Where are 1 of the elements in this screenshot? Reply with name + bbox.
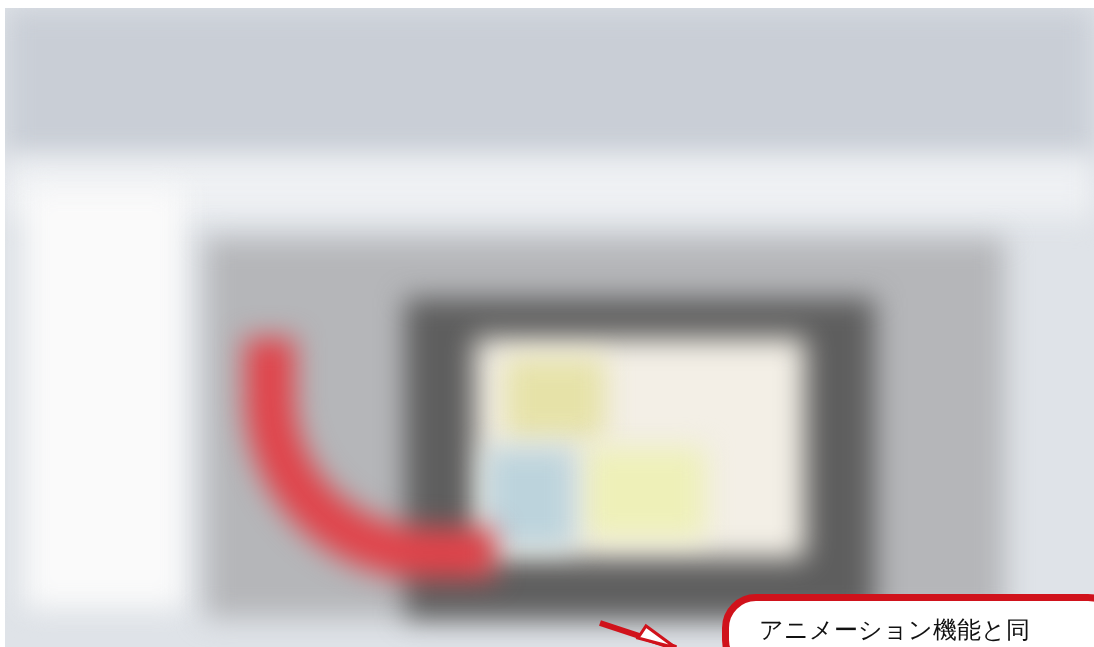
callout-text: アニメーション機能と同 [759, 616, 1030, 644]
